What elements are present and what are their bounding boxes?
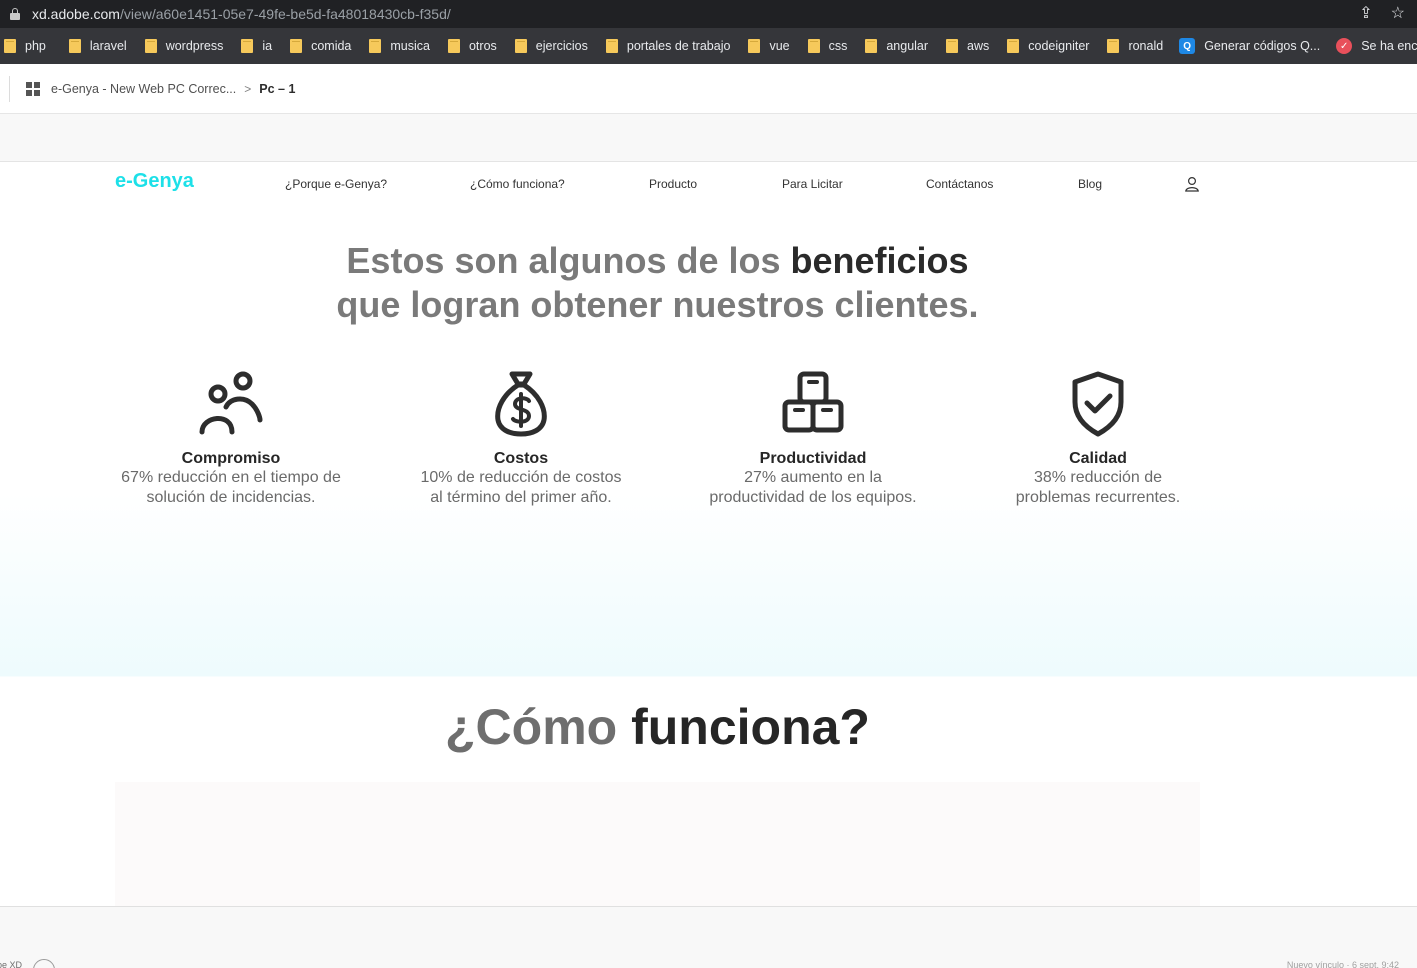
star-icon[interactable]: ☆ [1391,4,1405,24]
share-icon[interactable]: ⇪ [1359,4,1372,24]
nav-contactanos[interactable]: Contáctanos [926,177,993,191]
folder-icon [807,39,820,53]
nav-como-funciona[interactable]: ¿Cómo funciona? [470,177,565,191]
chevron-right-icon: > [244,81,252,96]
bookmark-comida[interactable]: comida [290,28,351,64]
folder-icon [290,39,303,53]
folder-icon [865,39,878,53]
benefit-costos: Costos 10% de reducción de costos al tér… [371,368,671,508]
lock-icon [10,8,20,20]
bookmark-codeigniter[interactable]: codeigniter [1007,28,1089,64]
bookmark-aws[interactable]: aws [946,28,989,64]
divider [9,75,10,102]
bookmarks-bar: php laravel wordpress ia comida musica o… [0,28,1417,64]
breadcrumb-current: Pc – 1 [259,81,296,96]
benefit-desc: problemas recurrentes. [1015,489,1181,506]
bookmark-laravel[interactable]: laravel [68,28,127,64]
folder-icon [946,39,959,53]
bookmark-musica[interactable]: musica [369,28,430,64]
folder-icon [369,39,382,53]
hero-title-line2: que logran obtener nuestros clientes. [336,284,979,325]
benefit-desc: productividad de los equipos. [709,489,917,506]
benefit-desc: solución de incidencias. [146,489,316,506]
bookmark-generar-codigos-qr[interactable]: Q Generar códigos Q... [1179,28,1320,64]
bookmark-angular[interactable]: angular [865,28,928,64]
benefit-title: Calidad [1069,450,1127,467]
xd-footer: pe XD Nuevo vínculo · 6 sept. 9:42 [0,906,1417,968]
site-logo[interactable]: e-Genya [115,170,194,193]
benefit-productividad: Productividad 27% aumento en la producti… [663,368,963,508]
footer-note: Nuevo vínculo · 6 sept. 9:42 [1286,960,1399,968]
site-nav: e-Genya ¿Porque e-Genya? ¿Cómo funciona?… [0,163,1417,205]
breadcrumb-project[interactable]: e-Genya - New Web PC Correc... [51,82,236,96]
folder-icon [68,39,81,53]
folder-icon [241,39,254,53]
folder-icon [447,39,460,53]
nav-producto[interactable]: Producto [649,177,697,191]
benefit-desc: 38% reducción de [1033,469,1163,486]
xd-canvas-top [0,114,1417,162]
benefit-desc: 10% de reducción de costos [420,469,622,486]
benefit-title: Productividad [759,450,867,467]
bookmark-wordpress[interactable]: wordpress [144,28,223,64]
fingerprint-icon [33,959,55,968]
user-icon[interactable] [1184,176,1200,192]
folder-icon [605,39,618,53]
benefit-desc: al término del primer año. [430,489,612,506]
bookmark-css[interactable]: css [807,28,847,64]
hero-title-line1: Estos son algunos de los beneficios [346,240,969,281]
benefit-calidad: Calidad 38% reducción de problemas recur… [948,368,1248,508]
bookmark-vue[interactable]: vue [748,28,790,64]
benefit-title: Costos [493,450,549,467]
bookmark-ia[interactable]: ia [241,28,272,64]
benefit-desc: 27% aumento en la [744,469,882,486]
boxes-icon [782,371,844,433]
folder-icon [1007,39,1020,53]
hero-title-highlight: beneficios [790,240,969,281]
folder-icon [4,39,16,53]
folder-icon [748,39,761,53]
folder-icon [144,39,157,53]
nav-porque-egenya[interactable]: ¿Porque e-Genya? [285,177,387,191]
nav-blog[interactable]: Blog [1078,177,1102,191]
bookmark-otros[interactable]: otros [447,28,497,64]
people-icon [199,371,263,435]
bookmark-portales-de-trabajo[interactable]: portales de trabajo [605,28,730,64]
folder-icon [1107,39,1120,53]
how-it-works-panel [115,782,1200,906]
benefit-compromiso: Compromiso 67% reducción en el tiempo de… [81,368,381,508]
nav-para-licitar[interactable]: Para Licitar [782,177,843,191]
folder-icon [514,39,527,53]
grid-view-icon[interactable] [26,81,40,96]
url-text[interactable]: xd.adobe.com/view/a60e1451-05e7-49fe-be5… [32,6,451,22]
benefit-desc: 67% reducción en el tiempo de [121,469,341,486]
artboard: e-Genya ¿Porque e-Genya? ¿Cómo funciona?… [0,163,1417,906]
bookmark-php[interactable]: php [4,28,46,64]
xd-header: e-Genya - New Web PC Correc... > Pc – 1 [0,64,1417,114]
shield-check-icon [1072,371,1124,437]
browser-address-bar[interactable]: xd.adobe.com/view/a60e1451-05e7-49fe-be5… [0,0,1417,28]
how-it-works-title: ¿Cómo funciona? [445,699,870,755]
app-name: pe XD [0,960,23,968]
bookmark-ronald[interactable]: ronald [1107,28,1163,64]
qr-site-icon: Q [1179,38,1196,54]
money-bag-icon [495,371,547,437]
benefit-title: Compromiso [181,450,281,467]
bookmark-ejercicios[interactable]: ejercicios [514,28,588,64]
red-check-icon: ✓ [1336,38,1353,54]
bookmark-se-ha-encontrado[interactable]: ✓Se ha encontrad [1336,28,1417,64]
